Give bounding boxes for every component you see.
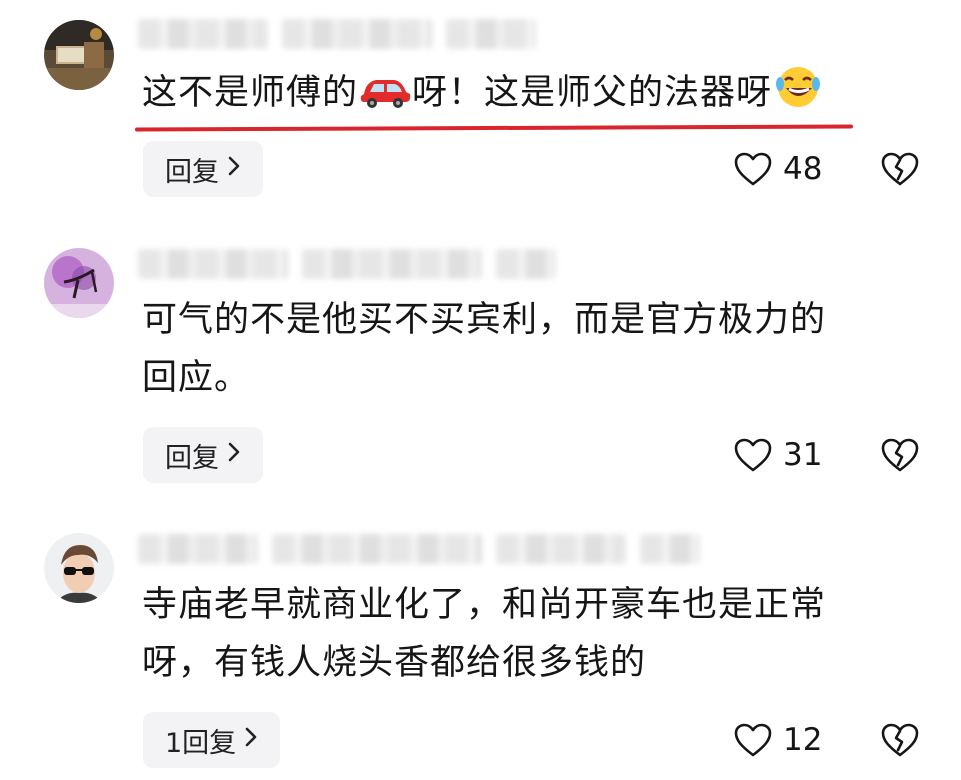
like-count: 48 xyxy=(783,151,823,187)
chevron-right-icon xyxy=(244,726,258,754)
comment-item-3: 寺庙老早就商业化了，和尚开豪车也是正常 呀，有钱人烧头香都给很多钱的 1回复 1… xyxy=(0,515,961,780)
dislike-button[interactable] xyxy=(880,150,920,190)
rolling-laughing-emoji-icon xyxy=(776,67,821,107)
like-button[interactable]: 48 xyxy=(733,141,822,197)
broken-heart-icon xyxy=(881,438,919,472)
reply-button[interactable]: 1回复 xyxy=(143,712,281,768)
broken-heart-icon xyxy=(881,723,919,757)
reply-button[interactable]: 回复 xyxy=(143,141,263,197)
heart-outline-icon xyxy=(734,438,772,472)
comment-item-2: 可气的不是他买不买宾利，而是官方极力的 回应。 回复 31 xyxy=(0,230,961,500)
dislike-button[interactable] xyxy=(880,721,920,761)
username-blurred xyxy=(138,14,536,54)
comment-text: 这不是师傅的 呀！这是师父的法器呀 xyxy=(142,64,921,122)
avatar[interactable] xyxy=(44,248,114,318)
avatar[interactable] xyxy=(44,533,114,603)
comment-text: 寺庙老早就商业化了，和尚开豪车也是正常 呀，有钱人烧头香都给很多钱的 xyxy=(142,585,827,683)
avatar[interactable] xyxy=(44,20,114,90)
dislike-button[interactable] xyxy=(880,436,920,476)
username-blurred xyxy=(138,529,700,569)
reply-button[interactable]: 回复 xyxy=(143,427,263,483)
like-button[interactable]: 12 xyxy=(733,712,822,768)
like-count: 12 xyxy=(783,722,823,758)
broken-heart-icon xyxy=(881,152,919,186)
comment-text: 可气的不是他买不买宾利，而是官方极力的 回应。 xyxy=(142,300,827,398)
heart-outline-icon xyxy=(734,152,772,186)
chevron-right-icon xyxy=(227,155,241,183)
chevron-right-icon xyxy=(227,441,241,469)
like-count: 31 xyxy=(783,437,823,473)
red-underline xyxy=(134,124,854,132)
username-blurred xyxy=(138,244,556,284)
like-button[interactable]: 31 xyxy=(733,427,822,483)
heart-outline-icon xyxy=(734,723,772,757)
comment-item-1: 这不是师傅的 呀！这是师父的法器呀 回复 48 xyxy=(0,0,961,220)
car-emoji-icon xyxy=(360,80,411,108)
